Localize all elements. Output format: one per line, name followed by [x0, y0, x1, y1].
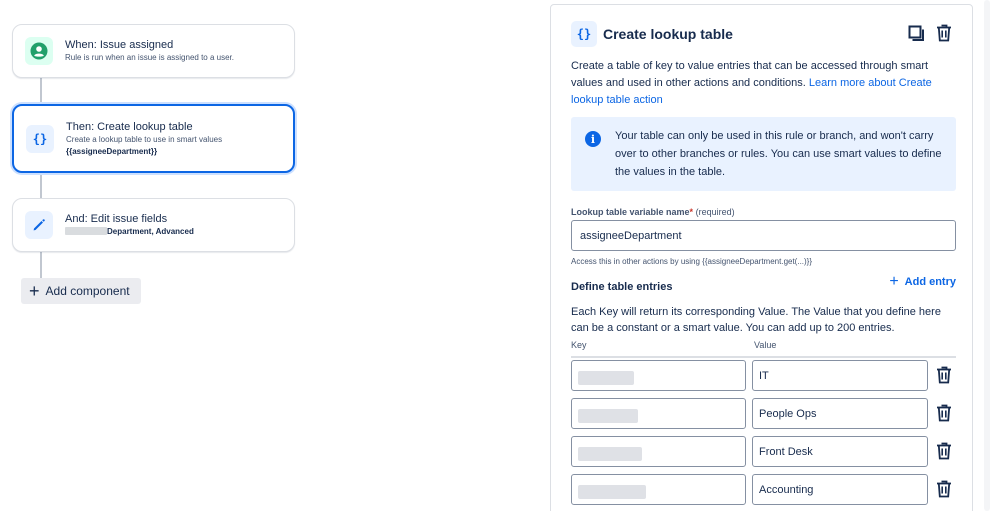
connector-line	[40, 173, 42, 198]
info-icon: i	[585, 131, 601, 147]
value-input[interactable]	[752, 360, 928, 391]
required-text: (required)	[695, 207, 735, 217]
entries-description: Each Key will return its corresponding V…	[571, 306, 941, 334]
value-input[interactable]	[752, 398, 928, 429]
pencil-icon	[33, 219, 45, 231]
redacted-key	[578, 447, 642, 461]
table-row	[571, 436, 966, 467]
key-input[interactable]	[571, 398, 746, 429]
trash-icon[interactable]	[934, 441, 954, 461]
panel-header: {} Create lookup table	[571, 21, 733, 47]
redacted-key	[578, 371, 634, 385]
value-column-header: Value	[754, 340, 777, 350]
create-lookup-table-card[interactable]: {} Then: Create lookup table Create a lo…	[12, 104, 295, 173]
edit-title: And: Edit issue fields	[65, 213, 168, 225]
edit-icon-tile	[25, 211, 53, 239]
config-panel: {} Create lookup table Create a table of…	[550, 4, 973, 511]
edit-fields-text: Department, Advanced	[107, 227, 194, 236]
key-input[interactable]	[571, 436, 746, 467]
trigger-title: When: Issue assigned	[65, 39, 174, 51]
required-mark: *	[689, 207, 694, 217]
info-text: Your table can only be used in this rule…	[615, 130, 942, 178]
rule-canvas: When: Issue assigned Rule is run when an…	[0, 0, 550, 511]
table-divider	[571, 356, 956, 358]
action-smart-value: {{assigneeDepartment}}	[66, 146, 158, 156]
variable-name-input[interactable]	[571, 220, 956, 251]
action-icon-tile: {}	[26, 124, 54, 153]
braces-icon: {}	[32, 131, 48, 146]
table-row	[571, 398, 966, 429]
redacted-key	[578, 485, 646, 499]
edit-issue-fields-card[interactable]: And: Edit issue fields Department, Advan…	[12, 198, 295, 252]
key-input[interactable]	[571, 474, 746, 505]
add-component-button[interactable]: + Add component	[21, 278, 141, 304]
panel-description: Create a table of key to value entries t…	[571, 58, 951, 109]
info-message: i Your table can only be used in this ru…	[571, 117, 956, 191]
duplicate-icon[interactable]	[906, 23, 926, 43]
variable-label-text: Lookup table variable name	[571, 207, 690, 217]
trash-icon[interactable]	[934, 23, 954, 43]
variable-name-label: Lookup table variable name* (required)	[571, 207, 735, 217]
trigger-subtitle: Rule is run when an issue is assigned to…	[65, 53, 234, 62]
trash-icon[interactable]	[934, 365, 954, 385]
braces-icon: {}	[571, 21, 597, 47]
scrollbar-thumb[interactable]	[984, 0, 990, 511]
value-input[interactable]	[752, 474, 928, 505]
variable-helper-text: Access this in other actions by using {{…	[571, 257, 813, 266]
action-title: Then: Create lookup table	[66, 120, 193, 133]
connector-line	[40, 252, 42, 279]
user-circle-icon	[30, 42, 48, 60]
connector-line	[40, 78, 42, 104]
table-row	[571, 360, 966, 391]
key-input[interactable]	[571, 360, 746, 391]
plus-icon: +	[889, 273, 899, 290]
add-entry-button[interactable]: + Add entry	[889, 273, 956, 291]
panel-title: Create lookup table	[603, 26, 733, 42]
trash-icon[interactable]	[934, 479, 954, 499]
trash-icon[interactable]	[934, 403, 954, 423]
redacted-field	[65, 227, 107, 235]
entries-title: Define table entries	[571, 281, 673, 293]
trigger-card[interactable]: When: Issue assigned Rule is run when an…	[12, 24, 295, 78]
plus-icon: +	[29, 281, 40, 301]
table-row	[571, 474, 966, 505]
key-column-header: Key	[571, 340, 587, 350]
add-component-label: Add component	[45, 284, 130, 298]
trigger-icon-tile	[25, 37, 53, 65]
action-subtitle: Create a lookup table to use in smart va…	[66, 134, 223, 144]
value-input[interactable]	[752, 436, 928, 467]
redacted-key	[578, 409, 638, 423]
add-entry-label: Add entry	[904, 276, 956, 288]
